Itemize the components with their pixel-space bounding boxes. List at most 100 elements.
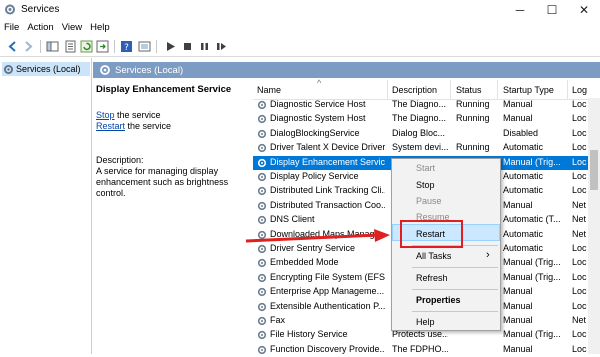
back-icon[interactable]	[6, 40, 19, 53]
cell-startup-type: Automatic	[503, 228, 544, 239]
column-header-startup-type[interactable]: Startup Type	[503, 85, 554, 95]
column-header-name[interactable]: Name	[257, 85, 281, 95]
stop-service-link[interactable]: Stop	[96, 110, 115, 120]
cell-name: Display Policy Service	[270, 171, 359, 181]
column-divider[interactable]	[567, 80, 568, 100]
table-row[interactable]: Diagnostic System Host The Diagno... Runni…	[253, 112, 600, 126]
main-pane-title: Services (Local)	[115, 64, 184, 76]
column-header-description[interactable]: Description	[392, 85, 437, 95]
column-divider[interactable]	[450, 80, 451, 100]
help-icon[interactable]: ?	[120, 40, 133, 53]
tree-item-label: Services (Local)	[16, 64, 81, 74]
title-bar: Services ─ ☐ ✕	[0, 0, 600, 20]
selected-service-name: Display Enhancement Service	[96, 84, 232, 95]
menu-item-pause[interactable]: Pause	[416, 196, 442, 206]
service-gear-icon	[257, 187, 267, 196]
start-service-icon[interactable]	[164, 40, 177, 53]
service-gear-icon	[257, 345, 267, 354]
toolbar: ?	[0, 36, 600, 57]
cell-name: Encrypting File System (EFS)	[270, 271, 385, 282]
cell-name: Display Enhancement Service	[270, 156, 385, 167]
vertical-scrollbar[interactable]	[588, 98, 600, 354]
menu-item-all-tasks[interactable]: All Tasks	[416, 251, 451, 261]
service-gear-icon	[257, 316, 267, 326]
toolbar-separator	[40, 40, 41, 53]
menu-action[interactable]: Action	[23, 20, 57, 36]
close-button[interactable]: ✕	[568, 0, 600, 20]
cell-description: The Diagno...	[392, 99, 447, 109]
restart-service-link[interactable]: Restart	[96, 121, 125, 131]
stop-action-text: the service	[114, 110, 161, 120]
show-hide-tree-icon[interactable]	[46, 40, 59, 53]
column-divider[interactable]	[497, 80, 498, 100]
cell-name: Function Discovery Provide...	[270, 343, 385, 354]
service-gear-icon	[257, 216, 267, 225]
cell-description: System devi...	[392, 142, 448, 153]
service-gear-icon	[257, 201, 267, 210]
table-row[interactable]: DialogBlockingService Dialog Bloc... Disab…	[253, 127, 600, 141]
service-gear-icon	[257, 158, 267, 167]
cell-status: Running	[456, 113, 490, 124]
cell-startup-type: Automatic	[503, 185, 544, 196]
main-pane-header: Services (Local)	[93, 62, 600, 78]
table-row[interactable]: Diagnostic Service Host The Diagno... Runn…	[253, 98, 600, 112]
cell-startup-type: Manual (Trig...	[503, 257, 561, 268]
cell-name: Distributed Transaction Coo...	[270, 199, 385, 210]
cell-startup-type: Automatic	[503, 171, 544, 181]
cell-name: Fax	[270, 315, 286, 325]
scrollbar-thumb[interactable]	[590, 150, 598, 190]
refresh-icon[interactable]	[80, 40, 93, 53]
menu-help[interactable]: Help	[86, 20, 114, 36]
cell-startup-type: Manual (Trig...	[503, 271, 561, 282]
properties-icon[interactable]	[64, 40, 77, 53]
menu-separator	[412, 267, 498, 268]
minimize-button[interactable]: ─	[504, 0, 536, 20]
cell-startup-type: Manual	[503, 99, 533, 109]
table-row[interactable]: Driver Talent X Device Driver... System d…	[253, 141, 600, 155]
sort-indicator-icon: ^	[317, 78, 322, 88]
service-gear-icon	[257, 288, 267, 297]
cell-startup-type: Automatic	[503, 243, 544, 253]
toolbar-separator	[114, 40, 115, 53]
column-header-status[interactable]: Status	[456, 85, 482, 95]
menu-bar: File Action View Help	[0, 20, 600, 36]
menu-item-help[interactable]: Help	[416, 317, 435, 327]
service-gear-icon	[257, 129, 267, 138]
maximize-button[interactable]: ☐	[536, 0, 568, 20]
menu-view[interactable]: View	[58, 20, 86, 36]
export-list-icon[interactable]	[96, 40, 109, 53]
annotation-highlight-box	[400, 220, 463, 248]
menu-item-refresh[interactable]: Refresh	[416, 273, 448, 283]
services-gear-icon	[4, 64, 13, 74]
annotation-arrow-icon	[245, 229, 390, 243]
cell-startup-type: Automatic (T...	[503, 214, 561, 225]
cell-name: Distributed Link Tracking Cli...	[270, 185, 385, 196]
description-label: Description:	[96, 155, 144, 165]
restart-service-icon[interactable]	[215, 40, 228, 53]
menu-file[interactable]: File	[0, 20, 23, 36]
service-gear-icon	[257, 100, 267, 110]
cell-startup-type: Manual	[503, 286, 533, 297]
cell-name: Extensible Authentication P...	[270, 300, 385, 311]
console-icon[interactable]	[138, 40, 151, 53]
menu-item-start[interactable]: Start	[416, 163, 435, 173]
cell-name: Enterprise App Manageme...	[270, 286, 385, 297]
submenu-arrow-icon: ›	[486, 249, 490, 261]
menu-item-stop[interactable]: Stop	[416, 180, 435, 190]
stop-action-line: Stop the service	[96, 110, 161, 121]
service-gear-icon	[257, 259, 267, 268]
forward-icon[interactable]	[22, 40, 35, 53]
description-text-line: control.	[96, 188, 126, 198]
pause-service-icon[interactable]	[198, 40, 211, 53]
description-text-line: A service for managing display	[96, 166, 219, 176]
column-header-log-on-as[interactable]: Log	[572, 85, 587, 95]
description-text-line: enhancement such as brightness	[96, 177, 229, 187]
stop-service-icon[interactable]	[181, 40, 194, 53]
cell-startup-type: Manual	[503, 199, 533, 210]
table-row[interactable]: Function Discovery Provide... The FDPHO..…	[253, 343, 600, 357]
menu-item-properties[interactable]: Properties	[416, 295, 461, 305]
service-gear-icon	[257, 273, 267, 282]
toolbar-separator	[156, 40, 157, 53]
tree-item-services-local[interactable]: Services (Local)	[2, 62, 90, 76]
column-divider[interactable]	[387, 80, 388, 100]
